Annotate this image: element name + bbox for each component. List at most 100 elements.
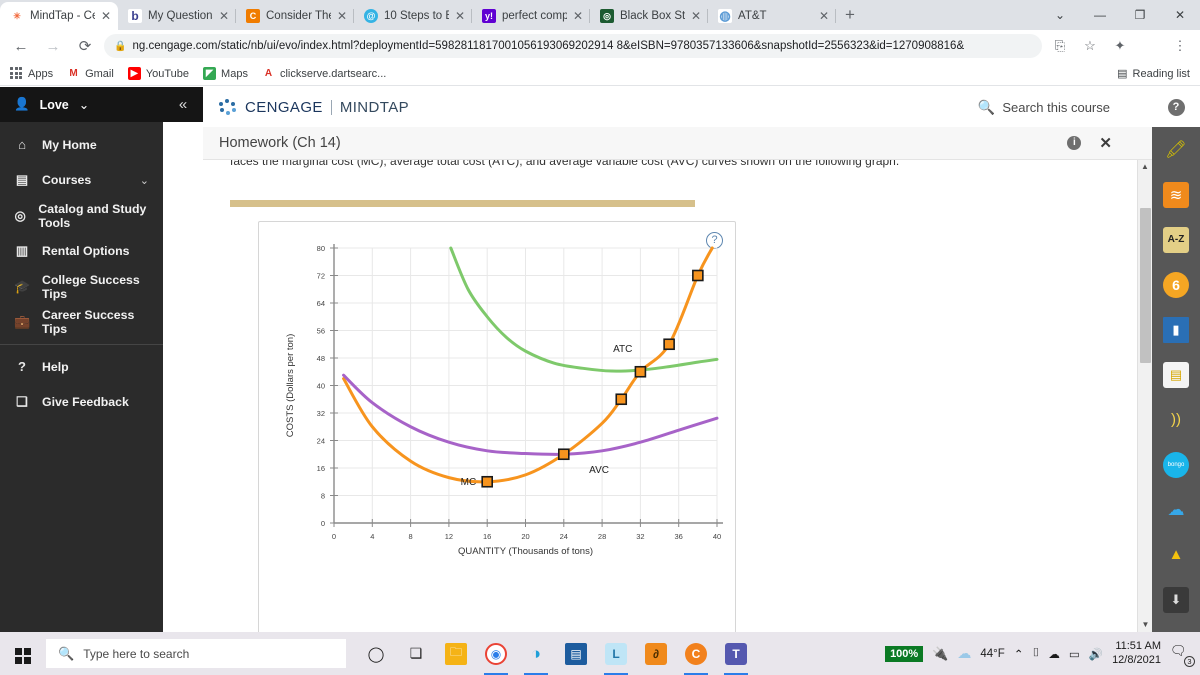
tab-title: My Questions | b [148, 10, 213, 22]
taskbar-clock[interactable]: 11:51 AM 12/8/2021 [1112, 640, 1161, 668]
onedrive-cloud-icon[interactable]: ☁ [1048, 647, 1060, 661]
back-icon[interactable]: ← [8, 38, 34, 55]
svg-text:ATC: ATC [613, 344, 632, 355]
browser-tab[interactable]: @ 10 Steps to Build ✕ [354, 2, 472, 30]
minimize-button[interactable]: — [1080, 8, 1120, 22]
search-icon: 🔍 [977, 98, 996, 115]
microsoft-edge-icon[interactable]: ◑ [516, 632, 556, 675]
close-icon[interactable]: ✕ [219, 9, 229, 23]
search-course-button[interactable]: 🔍 Search this course [978, 99, 1136, 116]
rail-item-notes[interactable]: ▤ [1152, 352, 1200, 397]
bookmark-dartsearch[interactable]: A clickserve.dartsearc... [262, 67, 387, 80]
scrollbar-thumb[interactable] [1140, 208, 1151, 363]
bookmark-gmail[interactable]: M Gmail [67, 67, 113, 80]
close-icon[interactable]: ✕ [101, 9, 111, 23]
rail-item-ebook[interactable]: ▮ [1152, 307, 1200, 352]
bookmark-maps[interactable]: ◤ Maps [203, 67, 248, 80]
chevron-up-icon[interactable]: ⌃ [1014, 647, 1024, 661]
person-icon: 👤 [14, 97, 30, 111]
rail-item-download[interactable]: ⬇ [1152, 577, 1200, 622]
maximize-button[interactable]: ❐ [1120, 8, 1160, 22]
sidebar-collapse-button[interactable]: « [163, 87, 203, 122]
sidebar-item-label: Rental Options [42, 244, 130, 259]
microsoft-teams-icon[interactable]: T [716, 632, 756, 675]
cost-curves-chart[interactable]: 081624324048566472800 4 8 12 16 20 24 28 32 36 40Q… [259, 222, 735, 632]
svg-text:64: 64 [317, 299, 325, 308]
svg-text:8: 8 [409, 532, 413, 541]
close-icon[interactable]: ✕ [691, 9, 701, 23]
browser-tab[interactable]: C Consider The Cos ✕ [236, 2, 354, 30]
task-view-icon[interactable]: ❏ [396, 632, 436, 675]
info-icon[interactable]: i [1067, 136, 1082, 150]
cortana-icon[interactable]: ◯ [356, 632, 396, 675]
close-icon[interactable]: ✕ [819, 9, 829, 23]
close-icon[interactable]: ✕ [455, 9, 465, 23]
camera-icon[interactable]: ⌷ [1032, 647, 1039, 660]
star-icon[interactable]: ☆ [1078, 38, 1102, 54]
sidebar-item-label: Help [42, 359, 69, 374]
battery-percent-badge[interactable]: 100% [885, 645, 924, 662]
system-tray: 100% 🔌 ☁ 44°F ⌃ ⌷ ☁ ▭ 🔊 11:51 AM 12/8/20… [885, 640, 1200, 668]
graph-panel[interactable]: ? 0 8 16 24 32 40 48 56 64 72 80 0 4 8 12 16 20 24 28 32 36 4… [258, 221, 736, 632]
network-icon[interactable]: ▭ [1069, 647, 1080, 661]
share-icon[interactable]: ⎘ [1048, 38, 1072, 54]
close-icon[interactable]: ✕ [573, 9, 583, 23]
address-bar[interactable]: 🔒 ng.cengage.com/static/nb/ui/evo/index.… [104, 34, 1042, 58]
bookmark-label: clickserve.dartsearc... [279, 67, 387, 80]
new-tab-button[interactable]: + [836, 2, 864, 30]
close-icon[interactable]: ✕ [337, 9, 347, 23]
sidebar-item-help[interactable]: ? Help [0, 349, 163, 385]
browser-tab[interactable]: y! perfect competiti ✕ [472, 2, 590, 30]
scroll-up-arrow[interactable]: ▲ [1138, 160, 1152, 174]
browser-tab[interactable]: ✳ MindTap - Cengage ✕ [0, 2, 118, 30]
cengage-icon[interactable]: C [676, 632, 716, 675]
read-aloud-icon: )) [1171, 411, 1181, 428]
rail-item-bongo[interactable]: bongo [1152, 442, 1200, 487]
sidebar-item-courses[interactable]: ▤ Courses ⌄ [0, 163, 163, 199]
rail-item-rss[interactable]: ≋ [1152, 172, 1200, 217]
tab-search-chevron-icon[interactable]: ⌄ [1040, 8, 1080, 22]
rail-item-read-aloud[interactable]: )) [1152, 397, 1200, 442]
reload-icon[interactable]: ⟳ [72, 37, 98, 55]
content-scrollbar[interactable]: ▲ ▼ [1137, 160, 1152, 632]
bookmark-apps[interactable]: Apps [10, 67, 53, 80]
browser-tab[interactable]: ◎ Black Box Stocks ✕ [590, 2, 708, 30]
volume-icon[interactable]: 🔊 [1089, 647, 1103, 661]
sidebar-item-career-success-tips[interactable]: 💼 Career Success Tips [0, 305, 163, 341]
reading-list-label: Reading list [1132, 67, 1190, 80]
google-chrome-icon[interactable]: ◉ [476, 632, 516, 675]
rail-item-highlighter[interactable]: 🖍 [1152, 127, 1200, 172]
reading-list-button[interactable]: ▤ Reading list [1117, 67, 1190, 81]
rail-item-google-drive[interactable]: ▲ [1152, 532, 1200, 577]
tab-title: 10 Steps to Build [384, 10, 449, 22]
browser-tab[interactable]: ◍ AT&T ✕ [708, 2, 836, 30]
microsoft-store-icon[interactable]: ▤ [556, 632, 596, 675]
sidebar-item-label: Career Success Tips [42, 308, 135, 337]
rail-item-onedrive[interactable]: ☁ [1152, 487, 1200, 532]
temperature-label[interactable]: 44°F [980, 648, 1004, 660]
sidebar-item-label: Courses [42, 173, 92, 188]
sidebar-item-catalog-and-study-tools[interactable]: ◎ Catalog and Study Tools [0, 198, 163, 234]
window-close-button[interactable]: ✕ [1160, 8, 1200, 22]
file-explorer-icon[interactable]: 🗀 [436, 632, 476, 675]
forward-icon[interactable]: → [40, 38, 66, 55]
windows-start-icon[interactable] [0, 644, 46, 664]
sidebar-user-menu[interactable]: 👤 Love ⌄ [0, 87, 163, 122]
browser-tab[interactable]: b My Questions | b ✕ [118, 2, 236, 30]
sidebar-item-give-feedback[interactable]: ❏ Give Feedback [0, 385, 163, 421]
close-assignment-button[interactable]: ✕ [1099, 134, 1112, 152]
rail-help-button[interactable]: ? [1152, 87, 1200, 127]
scroll-down-arrow[interactable]: ▼ [1138, 618, 1153, 632]
sidebar-item-college-success-tips[interactable]: 🎓 College Success Tips [0, 269, 163, 305]
notifications-icon[interactable]: 🗨 3 [1170, 643, 1195, 667]
rail-item-merriam-webster[interactable]: 6 [1152, 262, 1200, 307]
rail-item-dictionary[interactable]: A-Z [1152, 217, 1200, 262]
bookmark-youtube[interactable]: ▶ YouTube [127, 67, 189, 80]
sidebar-item-my-home[interactable]: ⌂ My Home [0, 127, 163, 163]
extensions-icon[interactable]: ✦ [1108, 38, 1132, 54]
sidebar-item-rental-options[interactable]: ▥ Rental Options [0, 234, 163, 270]
lastpass-icon[interactable]: L [596, 632, 636, 675]
taskbar-search-input[interactable]: 🔍 Type here to search [46, 639, 346, 668]
chrome-menu-icon[interactable]: ⋮ [1168, 38, 1192, 54]
adobe-icon[interactable]: ∂ [636, 632, 676, 675]
